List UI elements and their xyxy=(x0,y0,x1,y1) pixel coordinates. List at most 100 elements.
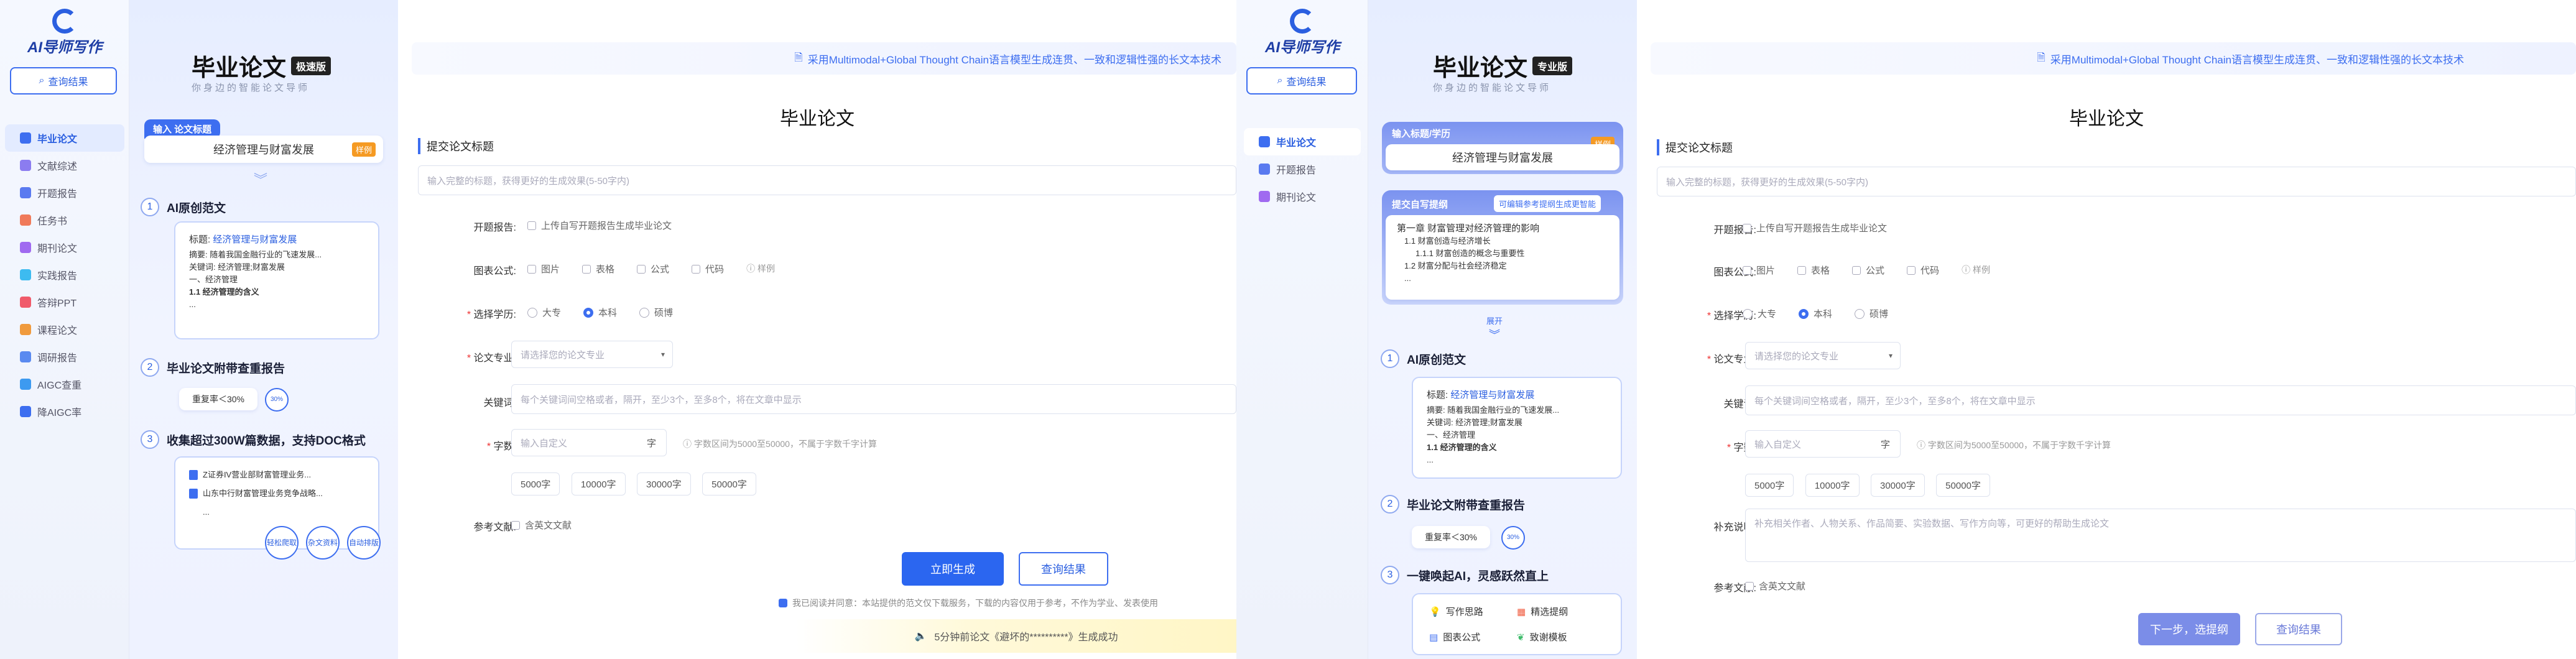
preset-50000[interactable]: 50000字 xyxy=(1936,474,1990,497)
lightbulb-icon: 💡 xyxy=(1429,606,1441,617)
doc-icon xyxy=(189,470,198,480)
edition-badge: 专业版 xyxy=(1532,56,1573,75)
preset-5000[interactable]: 5000字 xyxy=(511,472,560,495)
option-table[interactable]: 表格 xyxy=(582,262,614,275)
logo: AI导师写作 xyxy=(1236,9,1368,57)
chart-formula-options: 图片 表格 公式 代码 ⓘ 样例 xyxy=(1743,264,1990,277)
doc-icon: 🗎 xyxy=(2037,51,2046,63)
query-results-button[interactable]: 查询结果 xyxy=(1019,552,1108,586)
major-select[interactable]: 请选择您的论文专业 ▾ xyxy=(1745,342,1901,369)
option-image[interactable]: 图片 xyxy=(527,262,560,275)
english-references-checkbox[interactable]: 含英文文献 xyxy=(511,518,572,532)
report-icon xyxy=(20,187,31,198)
query-results-button[interactable]: 查询结果 xyxy=(2255,613,2342,645)
sidebar-item-reduce-aigc[interactable]: 降AIGC率 xyxy=(5,398,124,425)
word-count-hint: ⓘ 字数区间为5000至50000，不属于字数千字计算 xyxy=(1917,440,2111,450)
search-icon: ⌕ xyxy=(39,75,45,86)
sample-paper-card: 标题: 经济管理与财富发展 摘要: 随着我国金融行业的飞速发展... 关键词: … xyxy=(1412,377,1622,479)
word-count-presets: 5000字 10000字 30000字 50000字 xyxy=(511,472,765,495)
sidebar-item-aigc-check[interactable]: AIGC查重 xyxy=(5,371,124,398)
panel-subtitle: 你身边的智能论文导师 xyxy=(192,83,310,93)
keywords-input[interactable]: 每个关键词间空格或者，隔开，至少3个，至多8个，将在文章中显示 xyxy=(1745,385,2576,415)
next-select-outline-button[interactable]: 下一步，选提纲 xyxy=(2138,613,2240,645)
opening-report-checkbox[interactable]: 上传自写开题报告生成毕业论文 xyxy=(1743,221,1887,234)
option-table[interactable]: 表格 xyxy=(1797,264,1830,277)
search-icon: ⌕ xyxy=(1277,75,1283,86)
panel-header: 毕业论文 专业版 xyxy=(1433,48,1573,83)
major-select[interactable]: 请选择您的论文专业 ▾ xyxy=(511,341,673,368)
sidebar-item-literature-review[interactable]: 文献综述 xyxy=(5,152,124,179)
sidebar-item-task-book[interactable]: 任务书 xyxy=(5,206,124,234)
list-item: 山东中行财富管理业务竞争战略... xyxy=(189,487,364,500)
generate-button[interactable]: 立即生成 xyxy=(902,552,1004,586)
step-3: 3 收集超过300W篇数据，支持DOC格式 xyxy=(141,430,366,449)
preset-30000[interactable]: 30000字 xyxy=(637,472,691,495)
sidebar-item-practice-report[interactable]: 实践报告 xyxy=(5,261,124,288)
report-icon xyxy=(1259,164,1270,175)
sample-paper-card: 标题: 经济管理与财富发展 摘要: 随着我国金融行业的飞速发展... 关键词: … xyxy=(174,221,379,339)
outline-block: 提交自写提纲 可编辑参考提纲生成更智能 第一章 财富管理对经济管理的影响 1.1… xyxy=(1382,190,1623,305)
option-image[interactable]: 图片 xyxy=(1743,264,1775,277)
query-results-button[interactable]: ⌕ 查询结果 xyxy=(1246,67,1357,94)
notice-bar: 🔈 5分钟前论文《避坏的**********》生成成功 xyxy=(796,619,1236,653)
rate-circle: 30% xyxy=(1501,526,1525,550)
sidebar-2: AI导师写作 ⌕ 查询结果 毕业论文 开题报告 期刊论文 xyxy=(1236,0,1368,659)
title-input[interactable]: 输入完整的标题，获得更好的生成效果(5-50字内) xyxy=(1657,167,2576,196)
radio-junior-college[interactable]: 大专 xyxy=(1743,307,1776,320)
sidebar-item-thesis[interactable]: 毕业论文 xyxy=(5,124,124,152)
chart-formula-options: 图片 表格 公式 代码 ⓘ 样例 xyxy=(527,262,775,275)
sidebar: AI导师写作 ⌕ 查询结果 毕业论文 文献综述 开题报告 任务书 期刊论文 实践报… xyxy=(0,0,129,659)
example-link[interactable]: ⓘ 样例 xyxy=(746,262,775,275)
option-code[interactable]: 代码 xyxy=(1907,264,1939,277)
info-icon: ⓘ xyxy=(1917,440,1928,450)
title-example-value: 经济管理与财富发展 xyxy=(213,144,314,156)
info-icon: ⓘ xyxy=(683,439,694,449)
radio-bachelor[interactable]: 本科 xyxy=(1799,307,1832,320)
example-link[interactable]: ⓘ 样例 xyxy=(1962,264,1990,277)
word-count-input[interactable]: 输入自定义字 xyxy=(511,429,667,456)
option-code[interactable]: 代码 xyxy=(692,262,724,275)
preset-10000[interactable]: 10000字 xyxy=(571,472,626,495)
sidebar-item-defense-ppt[interactable]: 答辩PPT xyxy=(5,288,124,316)
expand-toggle[interactable]: 展开 ︾ xyxy=(1486,315,1503,343)
preset-50000[interactable]: 50000字 xyxy=(702,472,756,495)
radio-master-phd[interactable]: 硕博 xyxy=(639,306,673,319)
title-input[interactable]: 输入完整的标题，获得更好的生成效果(5-50字内) xyxy=(418,165,1236,195)
example-badge: 样例 xyxy=(351,142,376,157)
word-count-input[interactable]: 输入自定义字 xyxy=(1745,430,1901,458)
sidebar-item-opening-report[interactable]: 开题报告 xyxy=(5,179,124,206)
agreement-checkbox[interactable]: 我已阅读并同意：本站提供的范文仅下载服务，下载的内容仅用于参考，不作为学业、发表… xyxy=(779,597,1158,609)
query-results-button[interactable]: ⌕ 查询结果 xyxy=(10,67,117,94)
tech-banner: 🗎 采用Multimodal+Global Thought Chain语言模型生成… xyxy=(412,42,1236,75)
duplicate-rate-badge: 重复率＜30% xyxy=(1412,526,1490,548)
keywords-input[interactable]: 每个关键词间空格或者，隔开，至少3个，至多8个，将在文章中显示 xyxy=(511,384,1236,414)
english-references-checkbox[interactable]: 含英文文献 xyxy=(1745,579,1805,592)
radio-junior-college[interactable]: 大专 xyxy=(527,306,561,319)
aigc-check-icon xyxy=(20,379,31,390)
feature-outline: ▦ 精选提纲 xyxy=(1517,606,1568,618)
sidebar-item-thesis[interactable]: 毕业论文 xyxy=(1244,128,1361,155)
section-title: 提交论文标题 xyxy=(1657,139,1733,155)
reduce-aigc-icon xyxy=(20,406,31,417)
rate-circle: 30% xyxy=(265,388,289,412)
extra-notes-textarea[interactable]: 补充相关作者、人物关系、作品简要、实验数据、写作方向等，可更好的帮助生成论文 xyxy=(1745,509,2576,562)
sidebar-item-course-paper[interactable]: 课程论文 xyxy=(5,316,124,343)
option-formula[interactable]: 公式 xyxy=(1852,264,1884,277)
radio-bachelor[interactable]: 本科 xyxy=(583,306,617,319)
option-formula[interactable]: 公式 xyxy=(637,262,669,275)
preset-10000[interactable]: 10000字 xyxy=(1805,474,1860,497)
panel-subtitle: 你身边的智能论文导师 xyxy=(1433,83,1552,93)
sidebar-item-opening-report[interactable]: 开题报告 xyxy=(1244,155,1361,183)
sidebar-item-journal[interactable]: 期刊论文 xyxy=(5,234,124,261)
education-options: 大专 本科 硕博 xyxy=(1743,307,1911,320)
preset-5000[interactable]: 5000字 xyxy=(1745,474,1794,497)
word-count-hint: ⓘ 字数区间为5000至50000，不属于字数千字计算 xyxy=(683,439,877,449)
sidebar-item-journal[interactable]: 期刊论文 xyxy=(1244,183,1361,210)
step-2: 2 毕业论文附带查重报告 xyxy=(141,358,285,377)
sidebar-item-survey-report[interactable]: 调研报告 xyxy=(5,343,124,371)
list-item: ... xyxy=(203,507,210,517)
chart-icon: ▤ xyxy=(1429,632,1439,643)
radio-master-phd[interactable]: 硕博 xyxy=(1855,307,1888,320)
opening-report-checkbox[interactable]: 上传自写开题报告生成毕业论文 xyxy=(527,219,672,232)
preset-30000[interactable]: 30000字 xyxy=(1871,474,1925,497)
